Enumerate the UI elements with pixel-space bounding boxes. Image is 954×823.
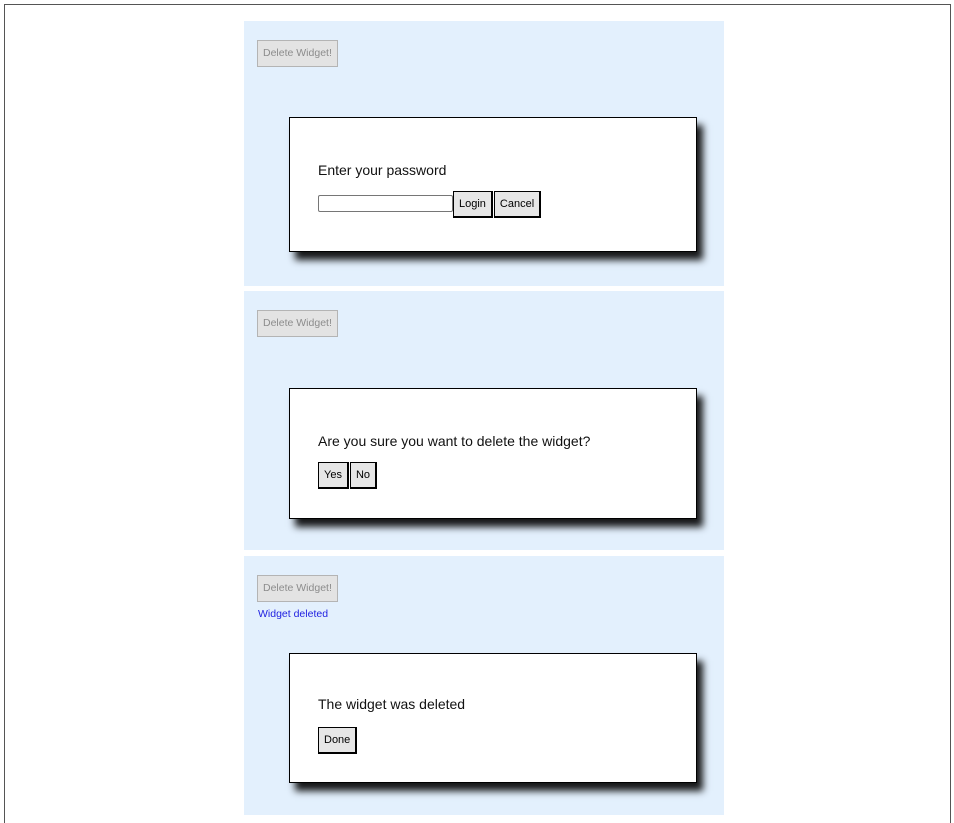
done-button[interactable]: Done: [318, 727, 358, 754]
yes-button[interactable]: Yes: [318, 462, 349, 489]
dialog-message: Are you sure you want to delete the widg…: [318, 433, 591, 449]
password-input[interactable]: [318, 195, 453, 212]
widget-panel-confirm: Delete Widget! Are you sure you want to …: [244, 291, 724, 550]
dialog-controls: Login Cancel: [318, 191, 542, 218]
dialog-message: Enter your password: [318, 162, 447, 178]
status-message: Widget deleted: [258, 608, 329, 620]
no-button[interactable]: No: [349, 462, 378, 489]
password-dialog: Enter your password Login Cancel: [289, 117, 697, 252]
cancel-button[interactable]: Cancel: [493, 191, 542, 218]
widget-panel-deleted: Delete Widget! Widget deleted The widget…: [244, 556, 724, 815]
login-button[interactable]: Login: [453, 191, 493, 218]
delete-widget-button[interactable]: Delete Widget!: [257, 40, 338, 67]
dialog-controls: Yes No: [318, 462, 378, 489]
widget-panel-password: Delete Widget! Enter your password Login…: [244, 21, 724, 286]
deleted-dialog: The widget was deleted Done: [289, 653, 697, 783]
dialog-message: The widget was deleted: [318, 696, 466, 712]
confirm-dialog: Are you sure you want to delete the widg…: [289, 388, 697, 519]
dialog-controls: Done: [318, 727, 358, 754]
delete-widget-button[interactable]: Delete Widget!: [257, 310, 338, 337]
delete-widget-button[interactable]: Delete Widget!: [257, 575, 338, 602]
